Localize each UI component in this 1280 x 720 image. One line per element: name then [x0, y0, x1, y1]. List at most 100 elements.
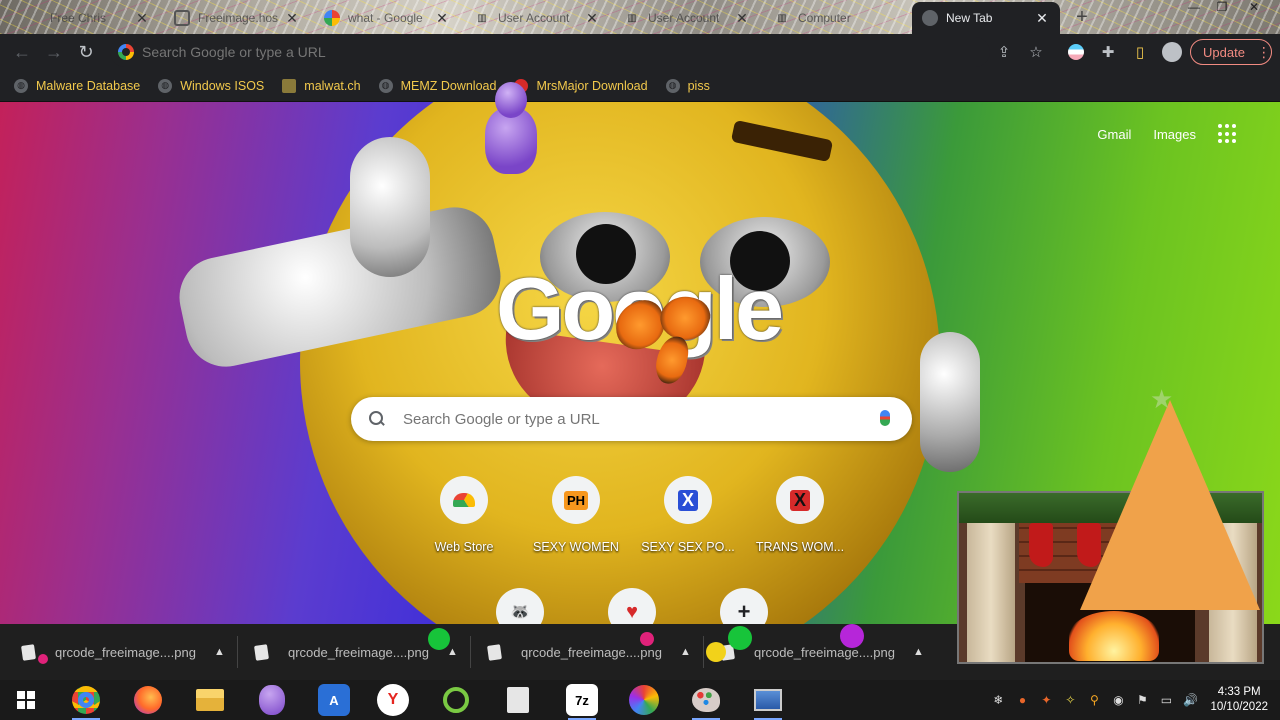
- firefox-taskbar-icon[interactable]: [132, 684, 164, 716]
- share-icon[interactable]: ⇪: [992, 40, 1016, 64]
- page-scrollbar[interactable]: [1266, 204, 1280, 624]
- extensions-puzzle-icon[interactable]: ✚: [1096, 40, 1120, 64]
- divider: [237, 636, 238, 668]
- window-close-icon[interactable]: ✕: [1240, 0, 1268, 16]
- 7zip-taskbar-icon[interactable]: 7z: [566, 684, 598, 720]
- gmail-link[interactable]: Gmail: [1097, 127, 1131, 142]
- minimize-icon[interactable]: —: [1180, 0, 1208, 16]
- tray-app-icon[interactable]: ◉: [1109, 691, 1127, 709]
- side-panel-icon[interactable]: ▯: [1128, 40, 1152, 64]
- colorful-app-taskbar-icon[interactable]: [628, 684, 660, 716]
- close-icon[interactable]: ✕: [134, 10, 150, 26]
- tab-new-tab[interactable]: New Tab ✕: [912, 2, 1060, 34]
- search-tray-icon[interactable]: ⚲: [1085, 691, 1103, 709]
- bonzi-taskbar-icon[interactable]: [256, 684, 288, 716]
- shortcut-sexy-sex-po[interactable]: X SEXY SEX PO...: [632, 476, 744, 554]
- bookmark-malware-database[interactable]: ◍ Malware Database: [14, 78, 141, 93]
- download-filename: qrcode_freeimage....png: [521, 644, 662, 660]
- tab-google-search[interactable]: what - Google ✕: [314, 4, 460, 32]
- chevron-up-icon[interactable]: ▲: [913, 646, 924, 658]
- tab-freeimage[interactable]: Freeimage.hos ✕: [164, 4, 310, 32]
- christmas-tree-icon: [1080, 400, 1260, 610]
- network-icon[interactable]: ▭: [1157, 691, 1175, 709]
- google-search-box[interactable]: [351, 397, 912, 441]
- yandex-taskbar-icon[interactable]: Y: [377, 684, 409, 716]
- google-apps-icon[interactable]: [1218, 124, 1238, 144]
- chevron-up-icon[interactable]: ▲: [680, 646, 691, 658]
- tab-user-account-1[interactable]: ▥ User Account ✕: [464, 4, 610, 32]
- bookmark-malwatch[interactable]: malwat.ch: [282, 78, 361, 93]
- browser-toolbar: ← → ↻ ⇪ ☆ ✚ ▯ Update ⋮: [0, 34, 1280, 70]
- bookmark-piss[interactable]: ◍ piss: [665, 78, 710, 93]
- search-icon: [369, 411, 385, 427]
- building-icon: ▥: [627, 12, 637, 24]
- bookmark-windows-isos[interactable]: ◍ Windows ISOS: [158, 78, 265, 93]
- background-glove-finger: [350, 137, 430, 277]
- volume-icon[interactable]: 🔊: [1181, 691, 1199, 709]
- shortcut-sexy-women[interactable]: PH SEXY WOMEN: [520, 476, 632, 554]
- google-icon: [324, 10, 340, 26]
- flag-icon[interactable]: ⚑: [1133, 691, 1151, 709]
- back-icon[interactable]: ←: [6, 36, 38, 68]
- download-item[interactable]: qrcode_freeimage....png ▲: [254, 640, 458, 664]
- close-icon[interactable]: ✕: [284, 10, 300, 26]
- tab-title: what - Google: [348, 11, 423, 25]
- menu-kebab-icon[interactable]: ⋮: [1257, 44, 1271, 61]
- file-explorer-taskbar-icon[interactable]: [194, 684, 226, 716]
- chrome-tab-icon: [922, 10, 938, 26]
- tray-app-icon[interactable]: ●: [1013, 691, 1031, 709]
- computer-taskbar-icon[interactable]: [752, 684, 784, 720]
- bookmark-label: Malware Database: [36, 78, 141, 93]
- update-label: Update: [1203, 44, 1245, 60]
- tray-app-icon[interactable]: ✧: [1061, 691, 1079, 709]
- bookmark-label: Windows ISOS: [180, 78, 265, 93]
- update-button[interactable]: Update ⋮: [1190, 39, 1272, 65]
- chevron-up-icon[interactable]: ▲: [447, 646, 458, 658]
- tab-user-account-2[interactable]: ▥ User Account ✕: [614, 4, 760, 32]
- close-icon[interactable]: ✕: [584, 10, 600, 26]
- address-input[interactable]: [142, 44, 842, 60]
- butterfly-tray-icon[interactable]: ✦: [1037, 691, 1055, 709]
- file-icon: [487, 643, 502, 661]
- reload-icon[interactable]: ↻: [70, 36, 102, 68]
- chevron-up-icon[interactable]: ▲: [214, 646, 225, 658]
- green-app-taskbar-icon[interactable]: [440, 684, 472, 716]
- shortcut-web-store[interactable]: Web Store: [408, 476, 520, 554]
- download-item[interactable]: qrcode_freeimage....png ▲: [21, 640, 225, 664]
- chrome-taskbar-icon[interactable]: [70, 684, 102, 720]
- extension-flag-icon[interactable]: [1064, 40, 1088, 64]
- system-clock[interactable]: 4:33 PM 10/10/2022: [1210, 685, 1268, 715]
- bonzi-buddy-icon[interactable]: [475, 80, 547, 180]
- shortcut-trans-wom[interactable]: X TRANS WOM...: [744, 476, 856, 554]
- microphone-icon[interactable]: [880, 410, 890, 426]
- sparkle-decoration: [640, 632, 654, 646]
- address-bar[interactable]: [110, 37, 990, 67]
- bookmark-star-icon[interactable]: ☆: [1024, 40, 1048, 64]
- download-item[interactable]: qrcode_freeimage....png ▲: [720, 640, 924, 664]
- x-blue-icon: X: [664, 476, 712, 524]
- close-icon[interactable]: ✕: [1034, 10, 1050, 26]
- close-icon[interactable]: ✕: [434, 10, 450, 26]
- profile-avatar-icon[interactable]: [1160, 40, 1184, 64]
- paint-taskbar-icon[interactable]: [690, 684, 722, 720]
- app-store-taskbar-icon[interactable]: A: [318, 684, 350, 716]
- restore-icon[interactable]: ❐: [1208, 0, 1236, 16]
- files-taskbar-icon[interactable]: [502, 684, 534, 716]
- start-button[interactable]: [0, 680, 52, 720]
- close-icon[interactable]: ✕: [734, 10, 750, 26]
- malwatch-icon: [282, 78, 297, 93]
- bookmark-label: malwat.ch: [304, 78, 361, 93]
- images-link[interactable]: Images: [1153, 127, 1196, 142]
- snowflake-icon[interactable]: ❄: [989, 691, 1007, 709]
- search-input[interactable]: [403, 410, 843, 428]
- top-links: Gmail Images: [1097, 124, 1280, 144]
- tab-title: Computer: [798, 11, 851, 25]
- forward-icon[interactable]: →: [38, 36, 70, 68]
- tab-free-chris[interactable]: Free Chris ✕: [40, 4, 160, 32]
- globe-icon: ◍: [378, 78, 393, 93]
- download-item[interactable]: qrcode_freeimage....png ▲: [487, 640, 691, 664]
- new-tab-button[interactable]: +: [1072, 7, 1092, 28]
- sparkle-decoration: [728, 626, 752, 650]
- windows-logo-icon: [17, 691, 35, 709]
- tab-computer[interactable]: ▥ Computer: [764, 4, 910, 32]
